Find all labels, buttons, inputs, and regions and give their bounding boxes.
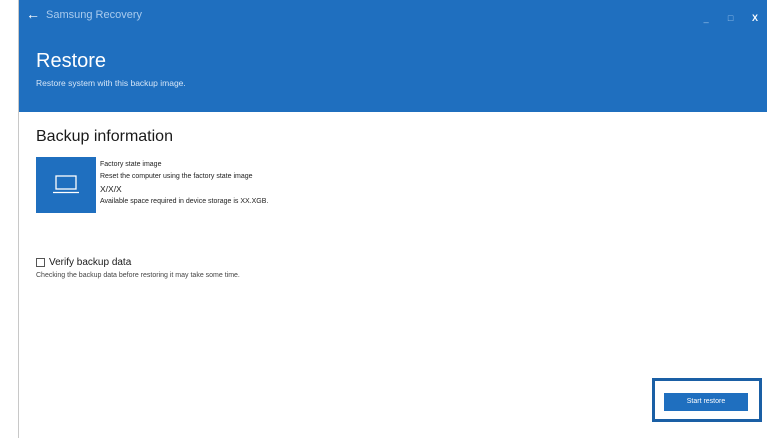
app-title: Samsung Recovery (46, 9, 142, 21)
laptop-icon (53, 175, 79, 194)
backup-image-tile (36, 157, 96, 213)
verify-backup-label: Verify backup data (49, 257, 132, 268)
checkbox-box[interactable] (36, 258, 45, 267)
close-button[interactable]: X (748, 13, 762, 23)
back-arrow-icon[interactable]: ← (25, 6, 41, 22)
page-title: Restore (36, 50, 107, 72)
backup-name: Factory state image (100, 161, 162, 168)
minimize-button[interactable]: _ (699, 13, 713, 23)
page-subtitle: Restore system with this backup image. (36, 78, 186, 88)
maximize-button[interactable]: □ (724, 13, 738, 23)
title-bar: ← Samsung Recovery _ □ X (19, 0, 767, 30)
backup-version: X/X/X (100, 184, 122, 194)
header-banner: ← Samsung Recovery _ □ X Restore Restore… (19, 0, 767, 112)
backup-details: Factory state image Reset the computer u… (100, 159, 268, 208)
backup-space-required: Available space required in device stora… (100, 198, 269, 205)
backup-description: Reset the computer using the factory sta… (100, 173, 253, 180)
window-controls: _ □ X (693, 8, 762, 26)
verify-backup-description: Checking the backup data before restorin… (36, 272, 240, 279)
backup-information-heading: Backup information (36, 128, 173, 145)
start-restore-button[interactable]: Start restore (664, 393, 748, 411)
samsung-recovery-window: ← Samsung Recovery _ □ X Restore Restore… (18, 0, 767, 438)
